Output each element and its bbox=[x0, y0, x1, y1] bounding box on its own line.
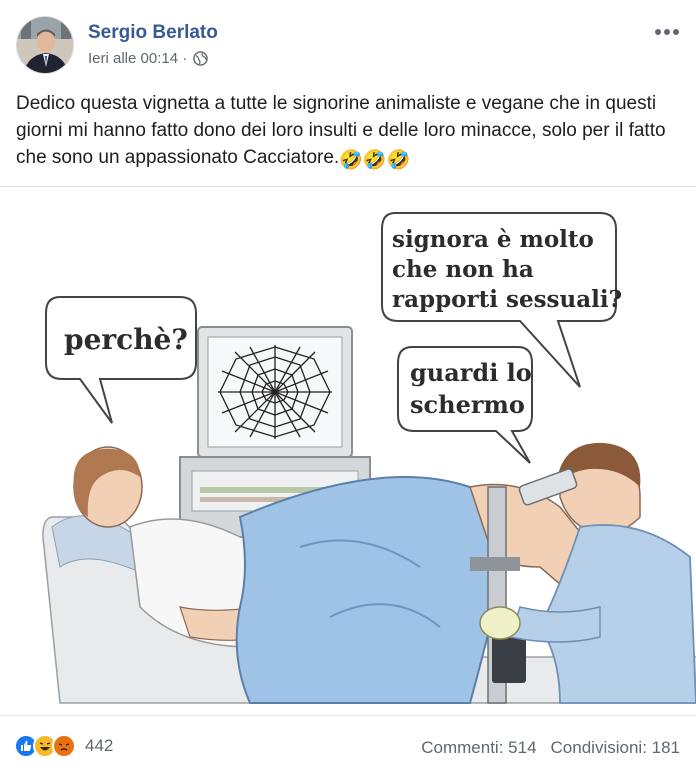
post-image[interactable]: signora è molto che non ha rapporti sess… bbox=[0, 186, 696, 716]
post-header: Sergio Berlato Ieri alle 00:14 · bbox=[16, 14, 680, 78]
globe-icon bbox=[193, 51, 208, 66]
reaction-count: 442 bbox=[85, 736, 114, 755]
laughing-emoji-icon: 🤣🤣🤣 bbox=[339, 150, 411, 171]
post-time[interactable]: Ieri alle 00:14 · bbox=[88, 50, 187, 67]
facebook-post: Sergio Berlato Ieri alle 00:14 · Dedico … bbox=[0, 0, 696, 777]
more-options-icon[interactable] bbox=[654, 22, 680, 36]
post-footer: 442 Commenti: 514 Condivisioni: 181 bbox=[14, 728, 680, 764]
shares-count-link[interactable]: Condivisioni: 181 bbox=[551, 738, 680, 758]
angry-reaction-icon bbox=[52, 734, 76, 758]
post-meta: Ieri alle 00:14 · bbox=[88, 50, 208, 67]
doctor-bubble-line-1: signora è molto bbox=[392, 226, 594, 253]
post-message: Dedico questa vignetta a tutte le signor… bbox=[16, 90, 680, 174]
author-name[interactable]: Sergio Berlato bbox=[88, 22, 218, 44]
patient-bubble-text: perchè? bbox=[64, 323, 188, 356]
comments-count-link[interactable]: Commenti: 514 bbox=[421, 738, 536, 758]
post-stats: Commenti: 514 Condivisioni: 181 bbox=[421, 738, 680, 758]
reactions-summary[interactable]: 442 bbox=[14, 734, 113, 758]
screen-bubble-line-2: schermo bbox=[410, 390, 525, 419]
screen-bubble-line-1: guardi lo bbox=[410, 358, 532, 387]
doctor-bubble-line-3: rapporti sessuali? bbox=[392, 286, 622, 313]
author-avatar[interactable] bbox=[16, 16, 74, 74]
doctor-bubble-line-2: che non ha bbox=[392, 256, 534, 283]
